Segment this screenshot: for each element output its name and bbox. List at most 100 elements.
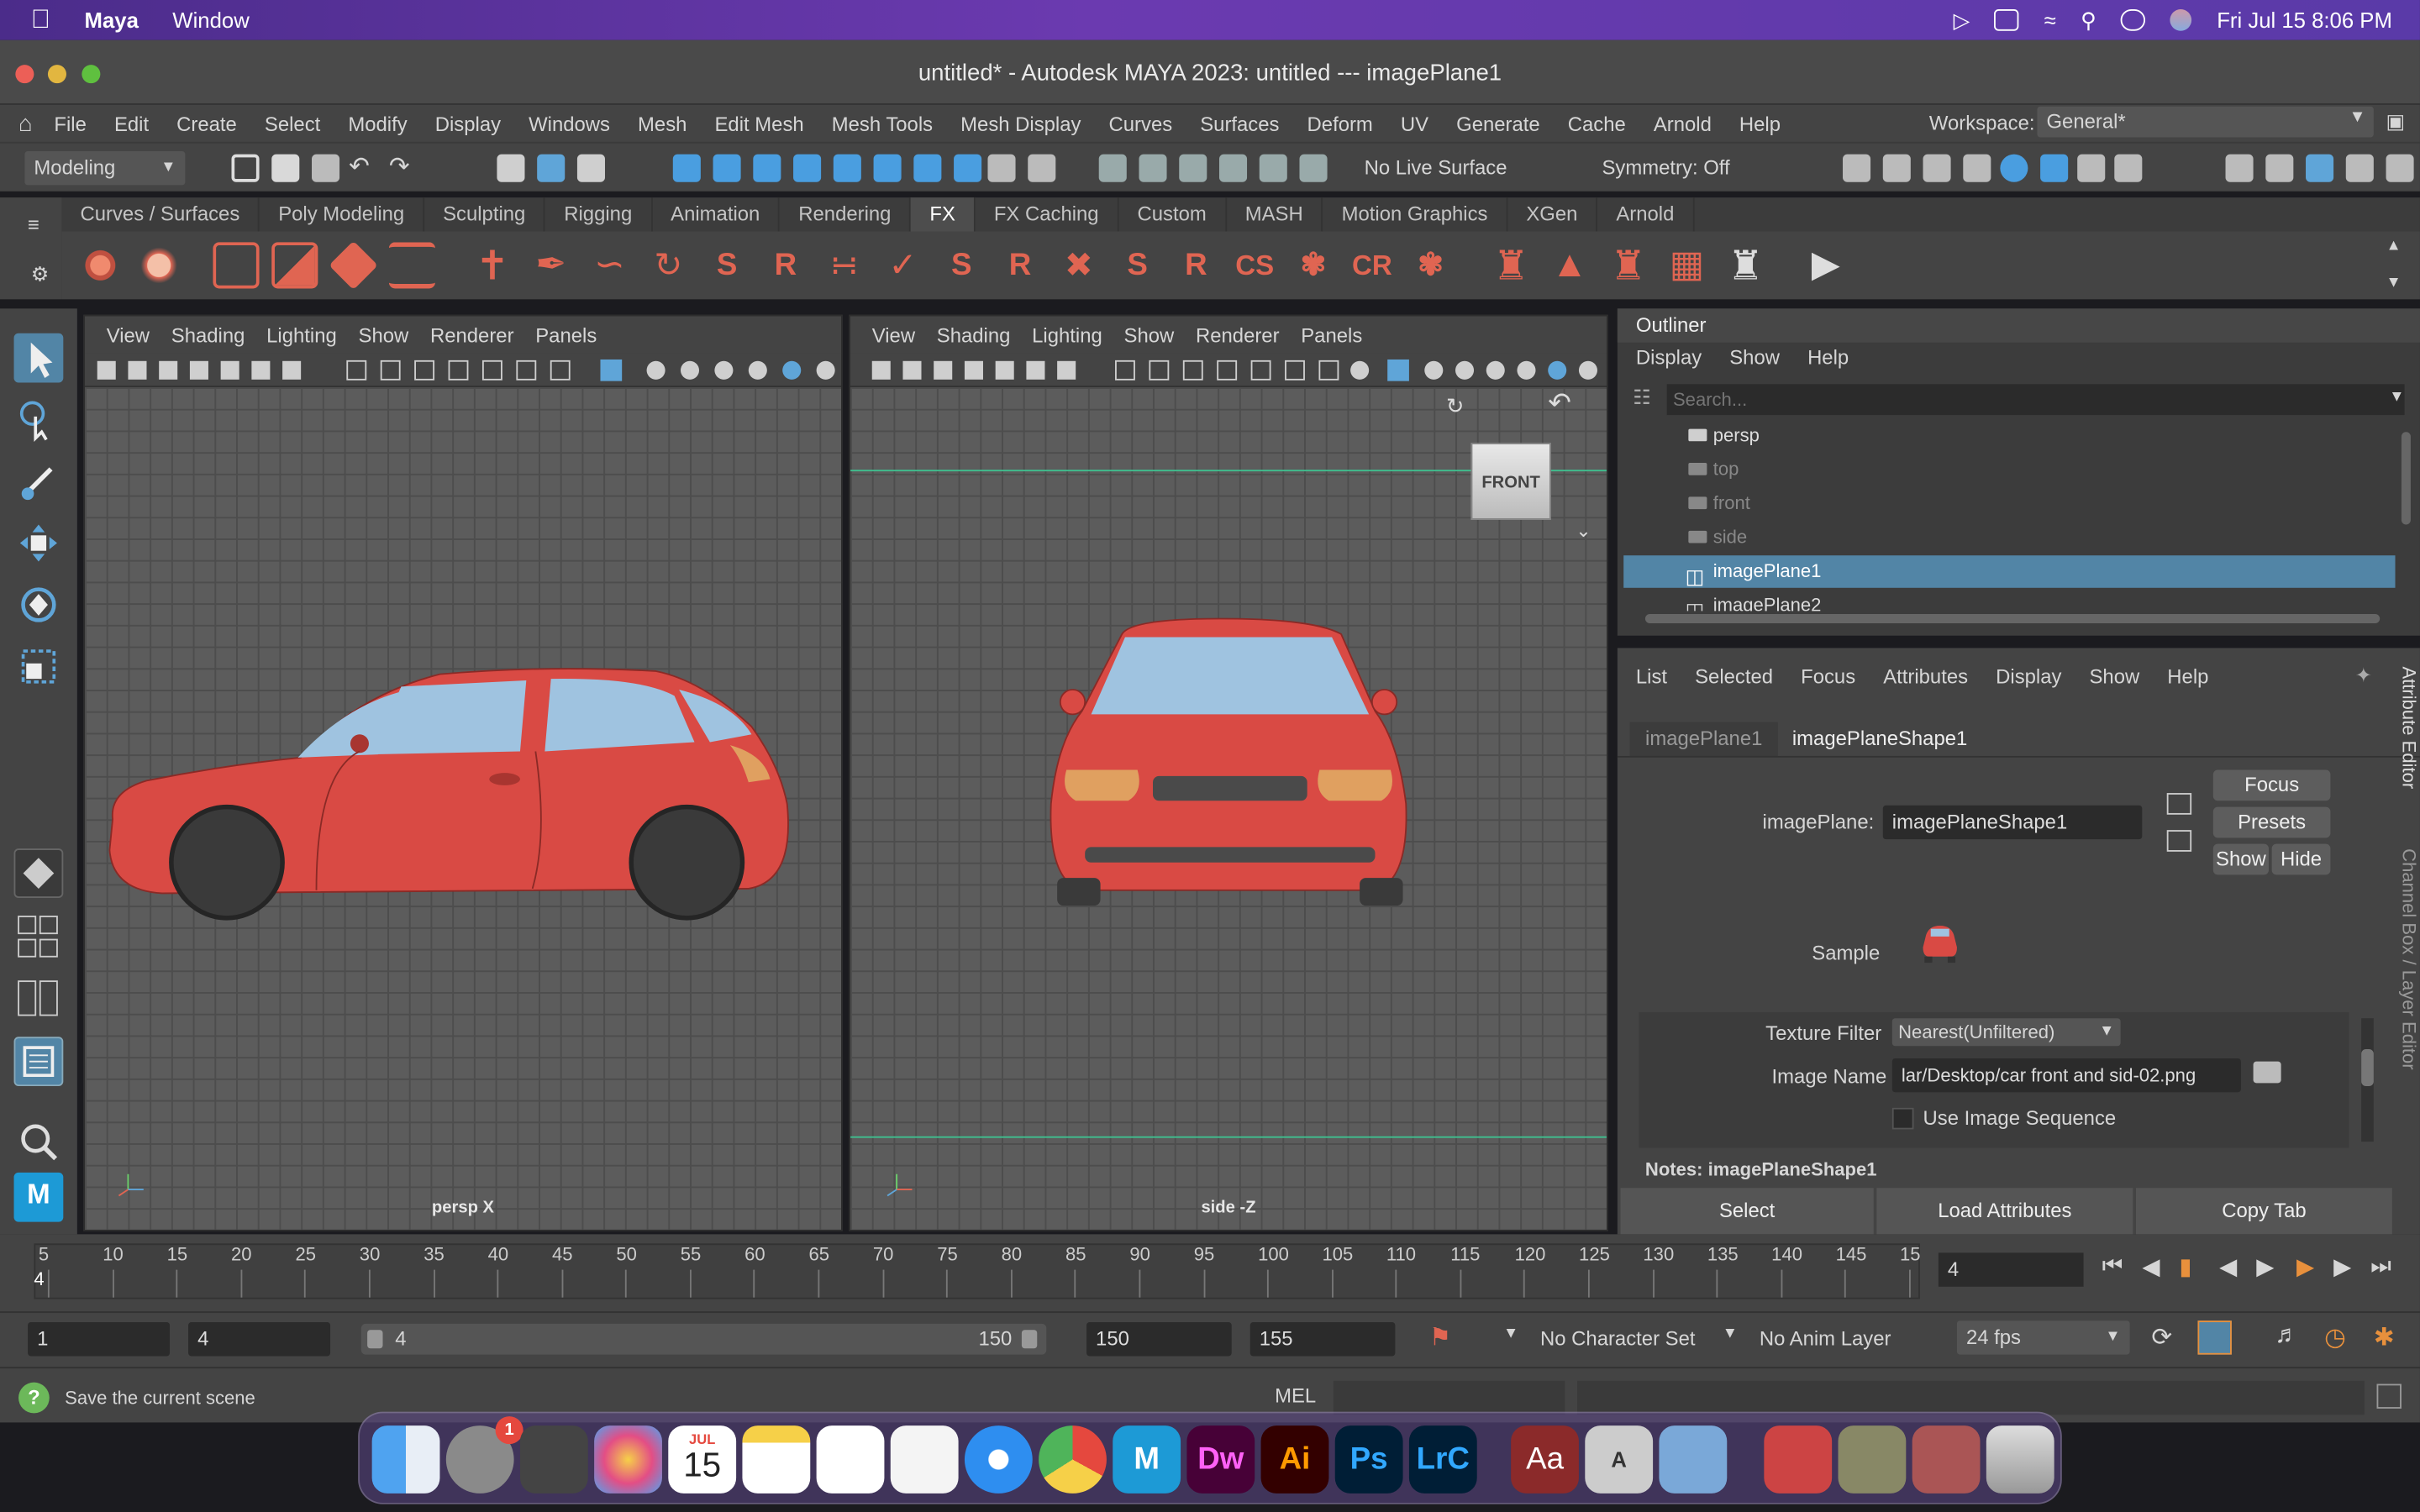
render-settings-icon[interactable] <box>1963 154 1991 182</box>
curve-dynamic-icon[interactable]: ∽ <box>587 242 633 288</box>
lock-icon[interactable] <box>987 154 1016 182</box>
panel-menu-view[interactable]: View <box>872 323 915 347</box>
viewcube-arrow-icon[interactable]: ↶ <box>1548 387 1571 420</box>
constraint-r-icon[interactable]: CR <box>1349 242 1395 288</box>
viewcube[interactable]: FRONT <box>1470 443 1551 520</box>
two-view-layout-icon[interactable] <box>14 975 64 1025</box>
clock[interactable]: Fri Jul 15 8:06 PM <box>2217 8 2392 32</box>
viewport-persp[interactable]: View Shading Lighting Show Renderer Pane… <box>83 314 843 1231</box>
play-backward-icon[interactable]: ◀ <box>2219 1252 2237 1280</box>
illustrator-icon[interactable]: Ai <box>1260 1425 1329 1494</box>
focus-button[interactable]: Focus <box>2212 769 2331 801</box>
ncloth-icon[interactable] <box>329 240 378 291</box>
menu-create[interactable]: Create <box>176 112 237 135</box>
particle-icon[interactable] <box>135 242 182 289</box>
field-s-icon[interactable]: S <box>704 242 750 288</box>
brush-icon[interactable]: ✖ <box>1055 242 1102 288</box>
panel-menu-panels[interactable]: Panels <box>1301 323 1362 347</box>
recent-folder-icon[interactable] <box>1764 1425 1833 1494</box>
app-menu[interactable]: Maya <box>85 8 139 32</box>
photos-icon[interactable] <box>594 1425 662 1494</box>
attr-menu-list[interactable]: List <box>1636 660 1667 694</box>
menu-edit[interactable]: Edit <box>114 112 149 135</box>
range-handle-right[interactable] <box>1021 1330 1038 1349</box>
apple-icon[interactable]:  <box>31 5 50 36</box>
link-s-icon[interactable]: ✾ <box>1290 242 1336 288</box>
solver-r-icon[interactable]: R <box>997 242 1044 288</box>
tab-curves-surfaces[interactable]: Curves / Surfaces <box>61 197 260 232</box>
input-connection-icon[interactable] <box>2166 793 2192 815</box>
panel-menu-show[interactable]: Show <box>359 323 409 347</box>
copy-tab-button[interactable]: Copy Tab <box>2135 1188 2392 1235</box>
tab-rendering[interactable]: Rendering <box>780 197 912 232</box>
lightroom-classic-icon[interactable]: LrC <box>1408 1425 1477 1494</box>
attr-menu-help[interactable]: Help <box>2167 660 2208 694</box>
scale-tool-icon[interactable] <box>14 642 64 691</box>
go-to-start-icon[interactable]: ⏮ <box>2102 1252 2123 1278</box>
panel-menu-panels[interactable]: Panels <box>535 323 597 347</box>
safari-icon[interactable] <box>964 1425 1033 1494</box>
render-history-icon[interactable] <box>1259 154 1287 182</box>
pin-icon[interactable]: ✦ <box>2355 664 2372 688</box>
imageplane-field[interactable]: imagePlaneShape1 <box>1882 805 2143 840</box>
single-layout-icon[interactable] <box>13 848 64 898</box>
arnold-render-icon[interactable] <box>2040 154 2069 182</box>
step-back-key-icon[interactable]: ◀ <box>2142 1252 2160 1280</box>
bookmark-icon[interactable]: ⚑ <box>1429 1322 1451 1353</box>
output-connection-icon[interactable] <box>2166 830 2192 852</box>
home-icon[interactable]: ⌂ <box>18 110 33 136</box>
outliner-menu-help[interactable]: Help <box>1807 343 1849 376</box>
maya-icon[interactable]: M <box>1113 1425 1181 1494</box>
load-attributes-button[interactable]: Load Attributes <box>1876 1188 2133 1235</box>
nhair-icon[interactable]: ✝ <box>469 242 515 288</box>
menu-mesh[interactable]: Mesh <box>638 112 687 135</box>
field-air-icon[interactable]: ↻ <box>645 242 692 288</box>
side-tab-channel-box[interactable]: Channel Box / Layer Editor <box>2392 848 2420 1095</box>
dreamweaver-icon[interactable]: Dw <box>1186 1425 1255 1494</box>
fps-dropdown[interactable]: 24 fps ▼ <box>1956 1320 2130 1355</box>
attr-menu-display[interactable]: Display <box>1996 660 2061 694</box>
panel-menu-shading[interactable]: Shading <box>171 323 245 347</box>
snap-surface-icon[interactable] <box>833 154 861 182</box>
move-tool-icon[interactable] <box>14 518 64 568</box>
lasso-tool-icon[interactable] <box>14 395 64 444</box>
link-r-icon[interactable]: ✾ <box>1407 242 1454 288</box>
photoshop-icon[interactable]: Ps <box>1334 1425 1403 1494</box>
output-ops-icon[interactable] <box>1179 154 1207 182</box>
snap-together-icon[interactable] <box>913 154 942 182</box>
command-line-input[interactable] <box>1333 1380 1565 1415</box>
tab-fx[interactable]: FX <box>911 197 976 232</box>
four-view-layout-icon[interactable] <box>14 913 64 963</box>
menu-deform[interactable]: Deform <box>1307 112 1373 135</box>
panel-menu-view[interactable]: View <box>107 323 150 347</box>
menu-mesh-display[interactable]: Mesh Display <box>960 112 1081 135</box>
texture-filter-dropdown[interactable]: Nearest(Unfiltered) ▼ <box>1891 1018 2121 1047</box>
character-set-dropdown[interactable]: No Character Set <box>1540 1327 1695 1351</box>
maya-logo-icon[interactable]: M <box>13 1172 64 1222</box>
solver-s-icon[interactable]: S <box>939 242 985 288</box>
current-frame-field[interactable]: 4 <box>1938 1252 2084 1287</box>
pick-icon[interactable] <box>1028 154 1056 182</box>
panel-toolbar-icons[interactable] <box>850 354 1610 387</box>
chevron-down-icon[interactable]: ▼ <box>1503 1326 1518 1342</box>
anim-layer-dropdown[interactable]: No Anim Layer <box>1760 1327 1891 1351</box>
scroll-up-icon[interactable]: ▲ <box>2386 238 2402 255</box>
arnold-ipr-icon[interactable] <box>2077 154 2106 182</box>
tab-mash[interactable]: MASH <box>1227 197 1323 232</box>
snap-curve-icon[interactable] <box>713 154 741 182</box>
side-tab-attribute-editor[interactable]: Attribute Editor <box>2392 666 2420 836</box>
outliner-item-imageplane2[interactable]: ◫ imagePlane2 <box>1623 590 2395 611</box>
menu-curves[interactable]: Curves <box>1109 112 1173 135</box>
tab-animation[interactable]: Animation <box>652 197 781 232</box>
panel-menu-lighting[interactable]: Lighting <box>266 323 337 347</box>
menu-cache[interactable]: Cache <box>1568 112 1626 135</box>
rotate-home-icon[interactable]: ↻ <box>1446 393 1465 419</box>
recent-ai-file-icon[interactable] <box>1912 1425 1981 1494</box>
recent-ps-file-icon[interactable] <box>1838 1425 1907 1494</box>
chrome-icon[interactable] <box>1039 1425 1107 1494</box>
attr-menu-show[interactable]: Show <box>2089 660 2139 694</box>
tab-fx-caching[interactable]: FX Caching <box>976 197 1119 232</box>
rotate-tool-icon[interactable] <box>14 580 64 630</box>
time-ruler[interactable]: 5 10 15 20 25 30 35 40 45 50 55 60 65 70 75 80 85 90 95 100… <box>34 1243 1921 1299</box>
chevron-down-icon[interactable]: ⌄ <box>1576 520 1591 542</box>
